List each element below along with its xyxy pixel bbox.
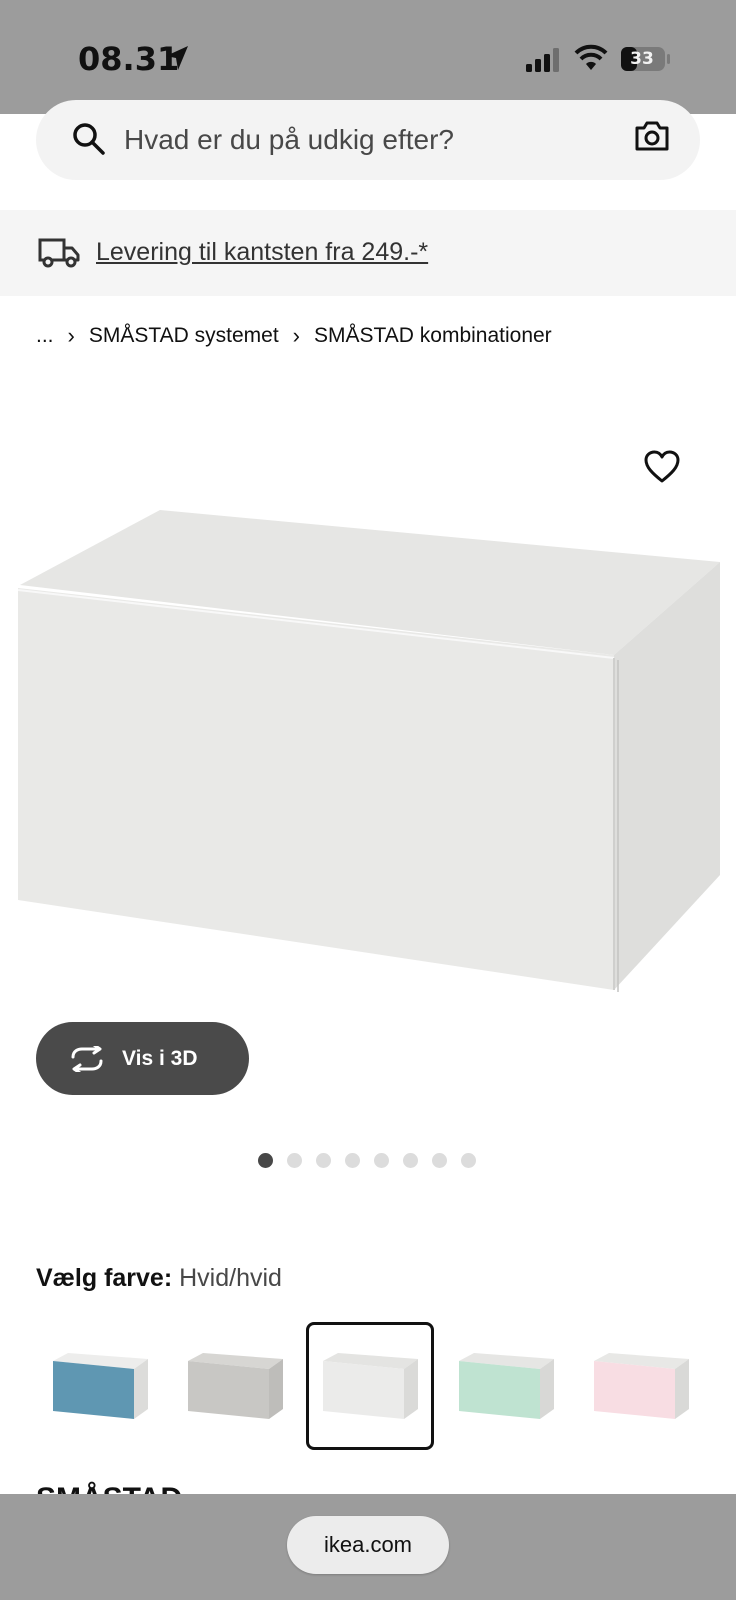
wifi-icon	[574, 44, 608, 70]
location-arrow-icon	[166, 46, 188, 70]
carousel-dot[interactable]	[345, 1153, 360, 1168]
swatch-image	[188, 1353, 283, 1419]
breadcrumb-item-system[interactable]: SMÅSTAD systemet	[89, 324, 279, 348]
chevron-right-icon: ›	[67, 323, 75, 348]
carousel-dot[interactable]	[374, 1153, 389, 1168]
delivery-link[interactable]: Levering til kantsten fra 249.-*	[96, 234, 428, 270]
swatch-image	[459, 1353, 554, 1419]
swatch-image	[594, 1353, 689, 1419]
color-select-label: Vælg farve:	[36, 1264, 173, 1292]
swatch-image	[53, 1353, 148, 1419]
color-swatch-white[interactable]	[306, 1322, 434, 1450]
search-input[interactable]: Hvad er du på udkig efter?	[124, 118, 454, 162]
breadcrumb-item-combinations[interactable]: SMÅSTAD kombinationer	[314, 324, 552, 348]
carousel-dot[interactable]	[258, 1153, 273, 1168]
product-image	[17, 510, 720, 992]
battery-level: 33	[630, 49, 654, 69]
color-swatch-mint[interactable]	[442, 1322, 570, 1450]
rotate-3d-icon	[71, 1045, 103, 1072]
breadcrumb: ... › SMÅSTAD systemet › SMÅSTAD kombina…	[36, 318, 552, 354]
view-in-3d-label: Vis i 3D	[122, 1046, 198, 1070]
camera-icon[interactable]	[634, 120, 670, 152]
color-select-value: Hvid/hvid	[179, 1264, 282, 1292]
search-icon	[73, 123, 105, 155]
search-bar[interactable]: Hvad er du på udkig efter?	[36, 100, 700, 180]
url-bar[interactable]: ikea.com	[287, 1516, 449, 1574]
carousel-dot[interactable]	[316, 1153, 331, 1168]
view-in-3d-button[interactable]: Vis i 3D	[36, 1022, 249, 1095]
carousel-dot[interactable]	[403, 1153, 418, 1168]
color-swatch-blue[interactable]	[36, 1322, 164, 1450]
color-swatches	[36, 1322, 736, 1452]
carousel-dot[interactable]	[461, 1153, 476, 1168]
carousel-dot[interactable]	[287, 1153, 302, 1168]
swatch-image	[323, 1353, 418, 1419]
signal-icon	[526, 48, 559, 72]
status-bar: 08.31 33	[0, 0, 736, 114]
color-swatch-grey[interactable]	[171, 1322, 299, 1450]
color-select-heading: Vælg farve: Hvid/hvid	[36, 1264, 282, 1293]
truck-icon	[38, 238, 80, 268]
delivery-banner: Levering til kantsten fra 249.-*	[0, 210, 736, 296]
carousel-dot[interactable]	[432, 1153, 447, 1168]
heart-icon[interactable]	[644, 450, 680, 484]
breadcrumb-ellipsis[interactable]: ...	[36, 324, 54, 348]
carousel-dots	[258, 1153, 476, 1168]
browser-bottom-bar: ikea.com	[0, 1494, 736, 1600]
chevron-right-icon: ›	[292, 323, 300, 348]
color-swatch-pink[interactable]	[577, 1322, 705, 1450]
